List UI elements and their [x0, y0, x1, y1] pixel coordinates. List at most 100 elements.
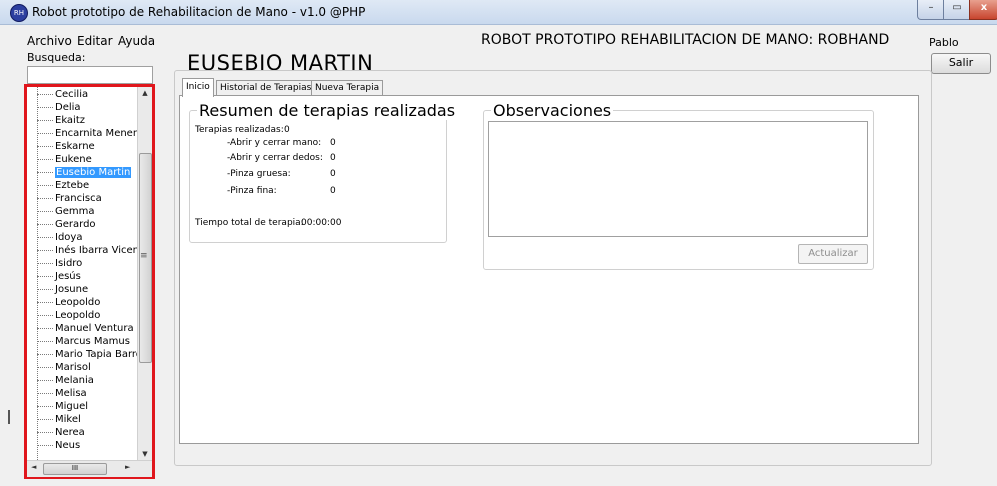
- patient-item-label: Marisol: [55, 362, 91, 373]
- tree-connector: [37, 249, 53, 251]
- search-input[interactable]: [27, 66, 153, 84]
- patient-item[interactable]: Josune: [37, 283, 88, 296]
- patient-item[interactable]: Marcus Mamus: [37, 335, 130, 348]
- scroll-right-icon[interactable]: ►: [125, 463, 130, 471]
- therapy-row-value: 0: [330, 153, 336, 163]
- therapy-row-value: 0: [330, 138, 336, 148]
- patient-item-label: Francisca: [55, 193, 102, 204]
- window-title: Robot prototipo de Rehabilitacion de Man…: [32, 5, 366, 19]
- tree-connector: [37, 379, 53, 381]
- therapy-row-label: -Pinza fina:: [227, 186, 277, 196]
- scroll-left-icon[interactable]: ◄: [31, 463, 36, 471]
- maximize-icon: ▭: [952, 2, 962, 13]
- patient-item-label: Mario Tapia Barros: [55, 349, 137, 360]
- patient-item[interactable]: Melania: [37, 374, 94, 387]
- patient-item[interactable]: Nerea: [37, 426, 85, 439]
- patient-list-highlight: Cecilia Delia Ekaitz Encarnita Menend Eskarn…: [24, 84, 155, 479]
- maximize-button[interactable]: ▭: [943, 0, 971, 20]
- patient-item-label: Nerea: [55, 427, 85, 438]
- patient-item-label: Ekaitz: [55, 115, 86, 126]
- menu-ayuda[interactable]: Ayuda: [118, 34, 155, 48]
- patient-item[interactable]: Manuel Ventura M: [37, 322, 137, 335]
- patient-item[interactable]: Mikel: [37, 413, 81, 426]
- exit-button[interactable]: Salir: [931, 53, 991, 74]
- tree-connector: [37, 262, 53, 264]
- patient-item[interactable]: Francisca: [37, 192, 102, 205]
- minimize-icon: –: [928, 2, 934, 13]
- tree-connector: [37, 236, 53, 238]
- app-header-title: ROBOT PROTOTIPO REHABILITACION DE MANO: …: [481, 32, 890, 48]
- summary-title: Resumen de terapias realizadas: [197, 101, 458, 120]
- tree-connector: [37, 405, 53, 407]
- patient-item[interactable]: Leopoldo: [37, 296, 100, 309]
- patient-item[interactable]: Eztebe: [37, 179, 89, 192]
- tree-connector: [37, 366, 53, 368]
- patient-item[interactable]: Eusebio Martin: [37, 166, 132, 179]
- app-logo-icon: RH: [10, 4, 28, 22]
- tree-connector: [37, 106, 53, 108]
- scroll-grip-icon: ≡: [140, 251, 148, 261]
- close-icon: x: [980, 2, 988, 13]
- scroll-up-icon[interactable]: ▲: [138, 89, 152, 97]
- patient-item[interactable]: Jesús: [37, 270, 81, 283]
- tab-nueva-terapia[interactable]: Nueva Terapia: [311, 80, 384, 96]
- patient-item[interactable]: Encarnita Menend: [37, 127, 137, 140]
- tree-connector: [37, 93, 53, 95]
- patient-item[interactable]: Eukene: [37, 153, 92, 166]
- patient-item[interactable]: Melisa: [37, 387, 87, 400]
- patient-item[interactable]: Delia: [37, 101, 81, 114]
- search-label: Busqueda:: [27, 51, 86, 64]
- patient-item-label: Gerardo: [55, 219, 96, 230]
- patient-item[interactable]: Gemma: [37, 205, 95, 218]
- horizontal-scrollbar[interactable]: ◄ III ►: [27, 460, 152, 477]
- menu-editar[interactable]: Editar: [77, 34, 113, 48]
- update-button[interactable]: Actualizar: [798, 244, 868, 264]
- observations-textarea[interactable]: [488, 121, 868, 237]
- total-time-label: Tiempo total de terapia:: [195, 218, 304, 228]
- patient-item[interactable]: Leopoldo: [37, 309, 100, 322]
- patient-item-label: Idoya: [55, 232, 83, 243]
- tree-connector: [37, 158, 53, 160]
- patient-item[interactable]: Neus: [37, 439, 80, 452]
- therapy-row-value: 0: [330, 186, 336, 196]
- patient-item[interactable]: Inés Ibarra Vicent: [37, 244, 137, 257]
- tree-connector: [37, 197, 53, 199]
- patient-item-label: Delia: [55, 102, 81, 113]
- scroll-down-icon[interactable]: ▼: [138, 450, 152, 458]
- observations-title: Observaciones: [491, 101, 614, 120]
- patient-item-label: Eusebio Martin: [55, 167, 132, 178]
- patient-item[interactable]: Mario Tapia Barros: [37, 348, 137, 361]
- patient-item[interactable]: Gerardo: [37, 218, 96, 231]
- tab-historial-terapias[interactable]: Historial de Terapias: [216, 80, 316, 96]
- patient-item[interactable]: Idoya: [37, 231, 82, 244]
- patient-item-label: Eztebe: [55, 180, 90, 191]
- patient-item-label: Melisa: [55, 388, 87, 399]
- menu-archivo[interactable]: Archivo: [27, 34, 72, 48]
- tree-connector: [37, 314, 53, 316]
- patient-tree[interactable]: Cecilia Delia Ekaitz Encarnita Menend Eskarn…: [27, 87, 137, 460]
- patient-item[interactable]: Ekaitz: [37, 114, 85, 127]
- patient-item[interactable]: Eskarne: [37, 140, 95, 153]
- user-name: Pablo: [929, 36, 959, 49]
- vertical-scrollbar[interactable]: ▲ ▼ ≡: [137, 87, 152, 460]
- patient-item[interactable]: Cecilia: [37, 88, 88, 101]
- therapy-row-label: -Pinza gruesa:: [227, 169, 291, 179]
- patient-item-label: Melania: [55, 375, 94, 386]
- tree-connector: [37, 223, 53, 225]
- tree-connector: [37, 184, 53, 186]
- tree-connector: [37, 301, 53, 303]
- patient-item-label: Mikel: [55, 414, 81, 425]
- tree-connector: [37, 327, 53, 329]
- patient-item-label: Leopoldo: [55, 310, 101, 321]
- patient-item[interactable]: Isidro: [37, 257, 82, 270]
- tree-connector: [37, 340, 53, 342]
- patient-item[interactable]: Marisol: [37, 361, 91, 374]
- patient-item[interactable]: Miguel: [37, 400, 88, 413]
- therapies-total-label: Terapias realizadas:: [195, 125, 284, 135]
- horizontal-scroll-thumb[interactable]: III: [43, 463, 107, 475]
- patient-item-label: Miguel: [55, 401, 89, 412]
- minimize-button[interactable]: –: [917, 0, 945, 20]
- patient-item-label: Eukene: [55, 154, 92, 165]
- tab-inicio[interactable]: Inicio: [182, 78, 214, 97]
- close-button[interactable]: x: [969, 0, 997, 20]
